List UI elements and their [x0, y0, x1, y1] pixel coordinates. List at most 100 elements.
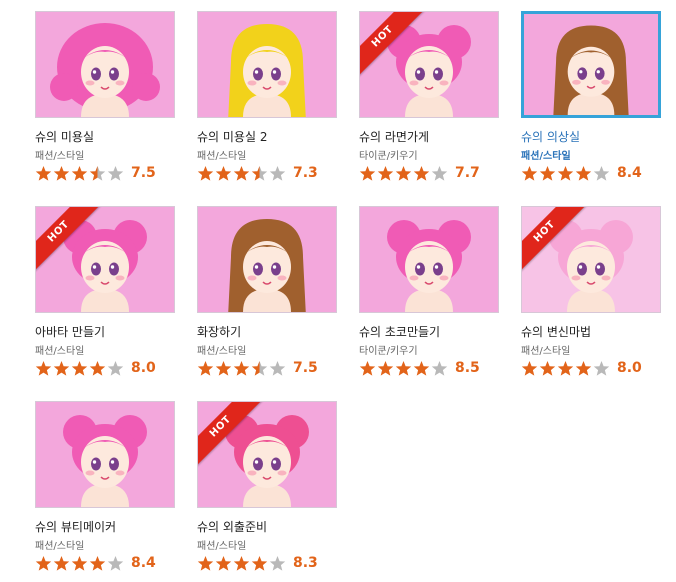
star-half-icon — [251, 165, 268, 181]
blonde-girl-icon — [198, 12, 336, 117]
game-title[interactable]: 슈의 변신마법 — [521, 323, 663, 339]
rating-stars — [35, 555, 125, 572]
star-empty-icon — [593, 165, 610, 181]
game-thumbnail[interactable]: HOT — [35, 206, 175, 313]
game-thumbnail[interactable]: HOT — [359, 11, 499, 118]
star-empty-icon — [269, 360, 286, 376]
rating-score: 7.5 — [131, 165, 156, 181]
star-filled-icon — [53, 555, 70, 571]
game-card-2[interactable]: 슈의 미용실 2 패션/스타일 7.3 — [197, 11, 339, 182]
star-empty-icon — [107, 555, 124, 571]
game-category[interactable]: 패션/스타일 — [35, 537, 177, 552]
game-rating: 8.0 — [521, 359, 663, 377]
game-rating: 7.7 — [359, 164, 501, 182]
game-rating: 8.4 — [521, 164, 663, 182]
rating-score: 7.7 — [455, 165, 480, 181]
star-filled-icon — [575, 360, 592, 376]
game-card-8[interactable]: HOT 슈의 변신마법 패션/스타일 8.0 — [521, 206, 663, 377]
game-title[interactable]: 슈의 초코만들기 — [359, 323, 501, 339]
game-title[interactable]: 슈의 뷰티메이커 — [35, 518, 177, 534]
game-rating: 7.5 — [35, 164, 177, 182]
game-category[interactable]: 패션/스타일 — [521, 147, 663, 162]
game-title[interactable]: 슈의 미용실 2 — [197, 128, 339, 144]
star-filled-icon — [215, 555, 232, 571]
star-filled-icon — [71, 360, 88, 376]
game-thumbnail[interactable]: HOT — [197, 401, 337, 508]
star-filled-icon — [395, 165, 412, 181]
star-filled-icon — [35, 555, 52, 571]
star-filled-icon — [215, 165, 232, 181]
game-rating: 7.5 — [197, 359, 339, 377]
star-filled-icon — [71, 555, 88, 571]
makeup-girl-icon — [198, 207, 336, 312]
rating-score: 8.4 — [131, 555, 156, 571]
star-filled-icon — [89, 555, 106, 571]
game-thumbnail[interactable] — [197, 206, 337, 313]
game-category[interactable]: 패션/스타일 — [35, 342, 177, 357]
game-card-3[interactable]: HOT 슈의 라면가게 타이쿤/키우기 7.7 — [359, 11, 501, 182]
game-card-5[interactable]: HOT 아바타 만들기 패션/스타일 8.0 — [35, 206, 177, 377]
game-thumbnail[interactable] — [197, 11, 337, 118]
star-empty-icon — [107, 360, 124, 376]
game-category[interactable]: 패션/스타일 — [521, 342, 663, 357]
game-category[interactable]: 타이쿤/키우기 — [359, 147, 501, 162]
star-filled-icon — [359, 165, 376, 181]
game-thumbnail[interactable]: HOT — [521, 206, 661, 313]
game-rating: 8.4 — [35, 554, 177, 572]
star-filled-icon — [359, 360, 376, 376]
girl-portrait-icon — [36, 12, 174, 117]
game-category[interactable]: 타이쿤/키우기 — [359, 342, 501, 357]
star-filled-icon — [89, 360, 106, 376]
rating-score: 8.0 — [617, 360, 642, 376]
game-thumbnail[interactable] — [35, 401, 175, 508]
game-title[interactable]: 슈의 외출준비 — [197, 518, 339, 534]
rating-score: 8.0 — [131, 360, 156, 376]
chocolate-girl-icon — [360, 207, 498, 312]
game-category[interactable]: 패션/스타일 — [197, 342, 339, 357]
game-card-7[interactable]: 슈의 초코만들기 타이쿤/키우기 8.5 — [359, 206, 501, 377]
star-empty-icon — [593, 360, 610, 376]
rating-score: 8.5 — [455, 360, 480, 376]
star-filled-icon — [413, 360, 430, 376]
rating-score: 7.5 — [293, 360, 318, 376]
game-grid: 슈의 미용실 패션/스타일 7.5 슈의 미용실 2 패션/스타일 7.3 HO… — [0, 0, 676, 582]
game-title[interactable]: 슈의 미용실 — [35, 128, 177, 144]
game-rating: 8.5 — [359, 359, 501, 377]
star-filled-icon — [557, 165, 574, 181]
game-card-6[interactable]: 화장하기 패션/스타일 7.5 — [197, 206, 339, 377]
game-title[interactable]: 화장하기 — [197, 323, 339, 339]
star-filled-icon — [197, 555, 214, 571]
rating-stars — [197, 165, 287, 182]
game-rating: 8.3 — [197, 554, 339, 572]
game-rating: 7.3 — [197, 164, 339, 182]
rating-score: 8.3 — [293, 555, 318, 571]
game-card-10[interactable]: HOT 슈의 외출준비 패션/스타일 8.3 — [197, 401, 339, 572]
rating-stars — [35, 360, 125, 377]
game-title[interactable]: 슈의 라면가게 — [359, 128, 501, 144]
game-title[interactable]: 아바타 만들기 — [35, 323, 177, 339]
game-title[interactable]: 슈의 의상실 — [521, 128, 663, 144]
game-category[interactable]: 패션/스타일 — [35, 147, 177, 162]
game-category[interactable]: 패션/스타일 — [197, 147, 339, 162]
star-filled-icon — [233, 555, 250, 571]
game-card-4[interactable]: 슈의 의상실 패션/스타일 8.4 — [521, 11, 663, 182]
rating-stars — [359, 165, 449, 182]
game-thumbnail[interactable] — [359, 206, 499, 313]
game-thumbnail[interactable] — [35, 11, 175, 118]
star-filled-icon — [413, 165, 430, 181]
star-filled-icon — [233, 360, 250, 376]
game-card-9[interactable]: 슈의 뷰티메이커 패션/스타일 8.4 — [35, 401, 177, 572]
game-category[interactable]: 패션/스타일 — [197, 537, 339, 552]
star-empty-icon — [431, 165, 448, 181]
star-filled-icon — [215, 360, 232, 376]
game-card-1[interactable]: 슈의 미용실 패션/스타일 7.5 — [35, 11, 177, 182]
star-filled-icon — [35, 165, 52, 181]
star-filled-icon — [557, 360, 574, 376]
star-filled-icon — [71, 165, 88, 181]
rating-stars — [35, 165, 125, 182]
game-thumbnail[interactable] — [521, 11, 661, 118]
star-filled-icon — [197, 360, 214, 376]
star-empty-icon — [431, 360, 448, 376]
star-half-icon — [89, 165, 106, 181]
star-filled-icon — [575, 165, 592, 181]
